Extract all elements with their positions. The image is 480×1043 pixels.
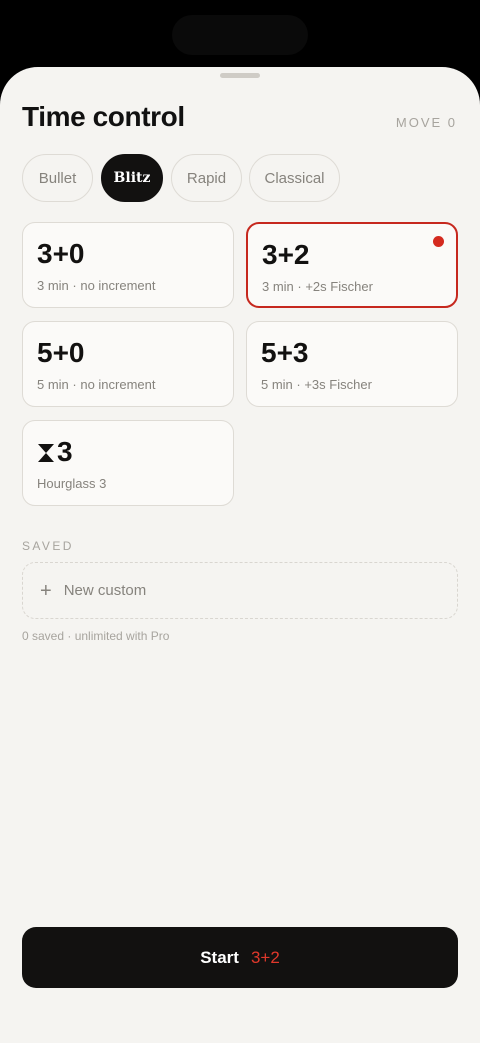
tab-bullet[interactable]: Bullet (22, 154, 93, 202)
preset-description: Hourglass 3 (37, 476, 107, 491)
selected-indicator-dot (433, 236, 444, 247)
preset-description: 3 min · +2s Fischer (262, 279, 373, 294)
new-custom-button[interactable]: + New custom (22, 562, 458, 619)
preset-description: 5 min · +3s Fischer (261, 377, 372, 392)
preset-card-5-3[interactable]: 5+3 5 min · +3s Fischer (246, 321, 458, 407)
tab-classical[interactable]: Classical (249, 154, 340, 202)
tab-blitz[interactable]: Blitz (101, 154, 163, 202)
hourglass-icon (38, 444, 54, 462)
preset-time: 5+0 (37, 337, 85, 368)
preset-card-3-0[interactable]: 3+0 3 min · no increment (22, 222, 234, 308)
dynamic-island (172, 15, 308, 55)
preset-time-value: 3 (57, 436, 73, 467)
preset-time: 3 (37, 436, 73, 468)
page-title: Time control (22, 101, 185, 132)
preset-card-hourglass-3[interactable]: 3 Hourglass 3 (22, 420, 234, 506)
start-button[interactable]: Start 3+2 (22, 927, 458, 988)
move-counter: MOVE 0 (395, 115, 457, 130)
tab-rapid[interactable]: Rapid (171, 154, 242, 202)
preset-description: 5 min · no increment (37, 377, 156, 392)
start-button-label: Start (200, 947, 239, 967)
preset-time: 3+0 (37, 238, 85, 269)
plus-icon: + (40, 579, 52, 602)
preset-card-5-0[interactable]: 5+0 5 min · no increment (22, 321, 234, 407)
saved-count-note: 0 saved · unlimited with Pro (22, 629, 170, 643)
preset-card-3-2[interactable]: 3+2 3 min · +2s Fischer (246, 222, 458, 308)
preset-time: 5+3 (261, 337, 309, 368)
preset-time: 3+2 (262, 239, 310, 270)
sheet-grabber[interactable] (220, 73, 260, 78)
saved-section-label: SAVED (22, 539, 74, 553)
time-control-sheet: Time control MOVE 0 Bullet Blitz Rapid C… (0, 67, 480, 1043)
start-button-time: 3+2 (250, 947, 280, 967)
new-custom-label: New custom (63, 582, 147, 599)
preset-description: 3 min · no increment (37, 278, 156, 293)
